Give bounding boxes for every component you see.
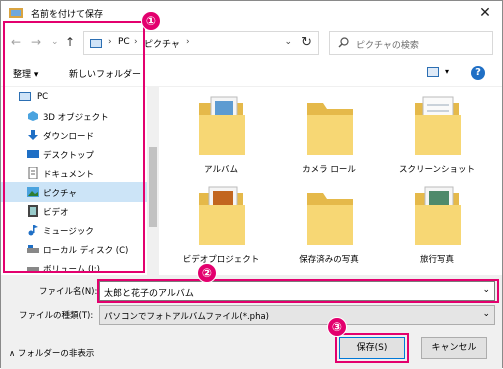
folder-camera-roll[interactable]: カメラ ロール (279, 93, 379, 183)
folder-icon (307, 103, 353, 155)
save-as-dialog: 名前を付けて保存 ✕ ← → ⌄ ↑ › PC › ピクチャ › ⌄ ↻ ピクチ… (0, 0, 503, 369)
folder-icon (307, 193, 353, 245)
folder-travel-photos[interactable]: 旅行写真 (387, 183, 487, 273)
search-placeholder: ピクチャの検索 (356, 41, 419, 51)
sidebar-scrollbar[interactable] (147, 87, 159, 275)
folder-with-photos-icon (415, 186, 461, 245)
refresh-icon[interactable]: ↻ (301, 35, 312, 50)
annotation-frame-save (335, 333, 409, 363)
file-item-label: 保存済みの写真 (299, 255, 359, 265)
annotation-badge-1: ① (141, 11, 161, 31)
annotation-badge-2: ② (197, 263, 217, 283)
window-title: 名前を付けて保存 (31, 10, 104, 20)
file-list[interactable]: アルバム カメラ ロール スクリーンショット ビデオプロジェクト 保存済みの写真… (159, 87, 502, 275)
folder-screenshots[interactable]: スクリーンショット (387, 93, 487, 183)
folder-with-photos-icon (199, 186, 245, 245)
folder-saved-photos[interactable]: 保存済みの写真 (279, 183, 379, 273)
filetype-dropdown-icon[interactable]: ⌄ (482, 309, 490, 319)
help-icon[interactable]: ? (471, 66, 485, 80)
close-button[interactable]: ✕ (468, 1, 502, 25)
file-item-label: アルバム (204, 165, 238, 175)
search-box[interactable]: ピクチャの検索 (329, 31, 493, 55)
app-icon (9, 8, 23, 18)
address-dropdown-icon[interactable]: ⌄ (284, 37, 292, 47)
search-icon (338, 37, 349, 48)
annotation-badge-3: ③ (327, 317, 347, 337)
cancel-button[interactable]: キャンセル (421, 337, 487, 359)
breadcrumb-pictures[interactable]: ピクチャ (144, 37, 180, 50)
annotation-frame-navigation (3, 21, 145, 273)
folder-video-project[interactable]: ビデオプロジェクト (171, 183, 271, 273)
folder-with-documents-icon (415, 96, 461, 155)
annotation-frame-filename (97, 279, 499, 303)
scrollbar-thumb[interactable] (149, 147, 157, 227)
file-item-label: スクリーンショット (398, 165, 476, 175)
folder-with-photos-icon (199, 96, 245, 155)
file-item-label: ビデオプロジェクト (182, 255, 260, 265)
filetype-select[interactable]: パソコンでフォトアルバムファイル(*.pha) ⌄ (99, 305, 495, 325)
filetype-value: パソコンでフォトアルバムファイル(*.pha) (104, 312, 269, 322)
file-item-label: カメラ ロール (302, 165, 356, 175)
breadcrumb-separator: › (186, 37, 190, 47)
file-item-label: 旅行写真 (419, 255, 454, 265)
filename-label: ファイル名(N): (39, 287, 98, 297)
hide-folders-toggle[interactable]: ∧ フォルダーの非表示 (9, 347, 94, 359)
view-options-icon[interactable] (427, 67, 439, 77)
folder-album[interactable]: アルバム (171, 93, 271, 183)
view-dropdown-icon[interactable]: ▾ (445, 67, 449, 76)
filetype-label: ファイルの種類(T): (19, 311, 94, 321)
